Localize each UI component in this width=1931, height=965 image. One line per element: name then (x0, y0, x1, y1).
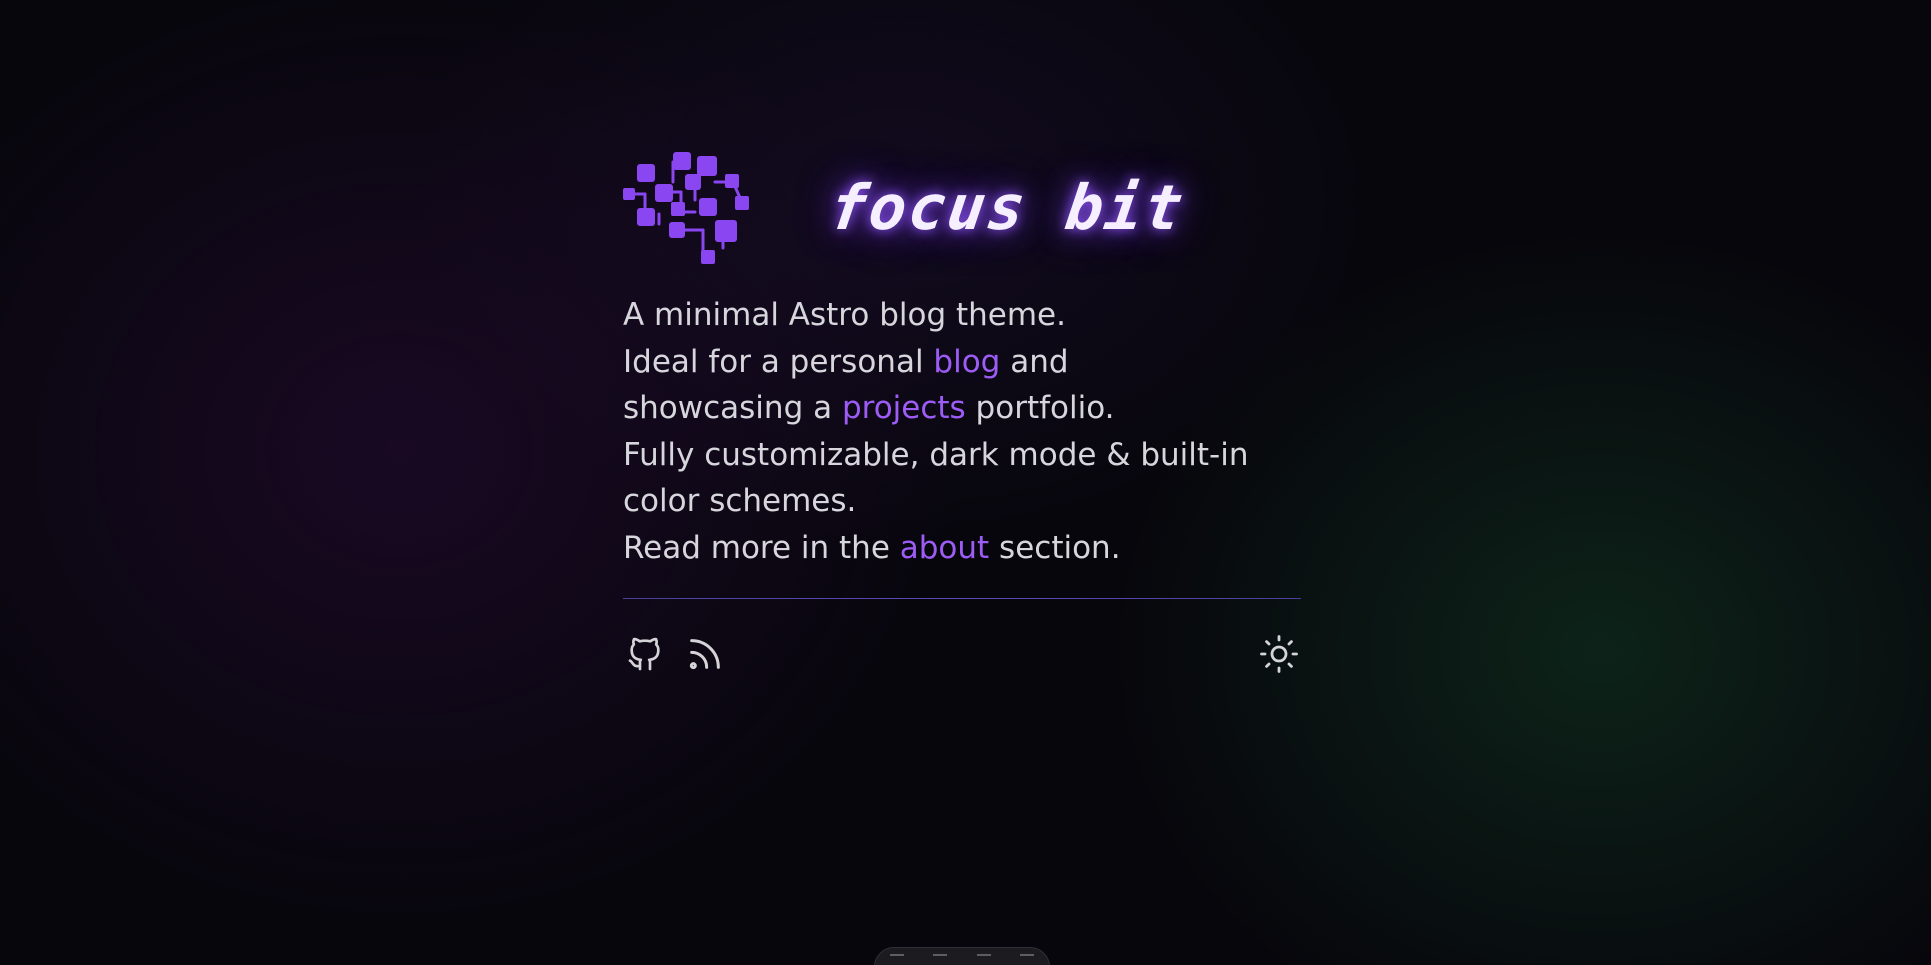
toolbar-astro-icon[interactable] (889, 954, 904, 965)
github-link[interactable] (623, 632, 667, 676)
intro-text-segment: Ideal for a personal (623, 343, 934, 380)
intro-line: Fully customizable, dark mode & built-in (623, 432, 1301, 479)
blog-link[interactable]: blog (933, 344, 1000, 380)
rss-link[interactable] (683, 632, 727, 676)
toolbar-audit-icon[interactable] (976, 954, 991, 965)
intro-text-segment: color schemes. (623, 483, 857, 519)
intro-text-segment: Fully customizable, dark mode & built-in (623, 436, 1249, 473)
intro-line: A minimal Astro blog theme. (623, 292, 1301, 339)
toolbar-settings-icon[interactable] (1020, 954, 1035, 965)
sun-icon (1260, 635, 1298, 673)
site-title[interactable]: focus bit (825, 171, 1189, 244)
about-link[interactable]: about (900, 530, 989, 566)
intro-text-segment: showcasing a (623, 390, 842, 426)
intro-text-segment: Read more in the (623, 529, 900, 566)
intro-text-segment: and (1000, 343, 1069, 380)
social-links (623, 632, 727, 676)
github-icon (628, 637, 660, 671)
intro-text-segment: section. (989, 529, 1121, 566)
divider (623, 598, 1301, 599)
rss-icon (689, 639, 720, 670)
intro-line: color schemes. (623, 478, 1301, 525)
projects-link[interactable]: projects (842, 390, 966, 426)
theme-toggle-button[interactable] (1257, 632, 1301, 676)
intro-text: A minimal Astro blog theme. Ideal for a … (623, 292, 1301, 571)
dev-toolbar[interactable] (874, 947, 1050, 965)
circuit-brain-icon[interactable] (623, 151, 750, 264)
home-page: focus bit A minimal Astro blog theme. Id… (623, 150, 1301, 677)
intro-line: Ideal for a personal blog and (623, 339, 1301, 386)
intro-text-segment: portfolio. (965, 390, 1115, 426)
intro-text-segment: A minimal Astro blog theme. (623, 297, 1066, 333)
footer-bar (623, 631, 1301, 677)
intro-line: Read more in the about section. (623, 525, 1301, 572)
site-header: focus bit (623, 150, 1301, 265)
toolbar-inspect-icon[interactable] (933, 954, 948, 965)
intro-line: showcasing a projects portfolio. (623, 385, 1301, 432)
